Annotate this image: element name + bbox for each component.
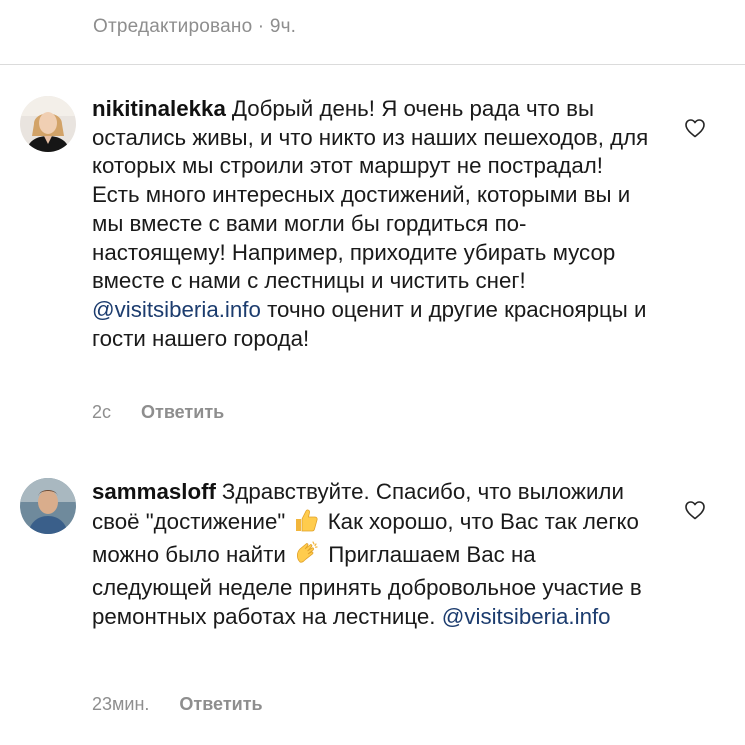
mention-link[interactable]: @visitsiberia.info bbox=[442, 604, 611, 629]
comment-time: 2c bbox=[92, 402, 112, 422]
avatar[interactable] bbox=[20, 96, 76, 152]
thumbs-up-emoji-icon bbox=[293, 507, 319, 541]
comment-time: 23мин. bbox=[92, 694, 150, 714]
avatar[interactable] bbox=[20, 478, 76, 534]
comment-username[interactable]: nikitinalekka bbox=[92, 96, 226, 121]
comment-body: nikitinalekka Добрый день! Я очень рада ч… bbox=[92, 95, 652, 353]
comment-meta: 23мин. Ответить bbox=[92, 694, 263, 715]
comment-username[interactable]: sammasloff bbox=[92, 479, 216, 504]
reply-button[interactable]: Ответить bbox=[141, 402, 224, 423]
comment-body: sammasloff Здравствуйте. Спасибо, что выл… bbox=[92, 478, 652, 632]
heart-outline-icon[interactable] bbox=[683, 116, 707, 140]
mention-link[interactable]: @visitsiberia.info bbox=[92, 297, 261, 322]
divider bbox=[0, 64, 745, 65]
avatar-photo bbox=[20, 96, 76, 152]
avatar-photo bbox=[20, 478, 76, 534]
reply-button[interactable]: Ответить bbox=[179, 694, 262, 715]
comment-text: Добрый день! Я очень рада что вы осталис… bbox=[92, 96, 649, 294]
edited-timestamp: Отредактировано · 9ч. bbox=[93, 16, 297, 37]
comment-meta: 2c Ответить bbox=[92, 402, 224, 423]
clapping-hands-emoji-icon bbox=[294, 540, 320, 574]
heart-outline-icon[interactable] bbox=[683, 498, 707, 522]
